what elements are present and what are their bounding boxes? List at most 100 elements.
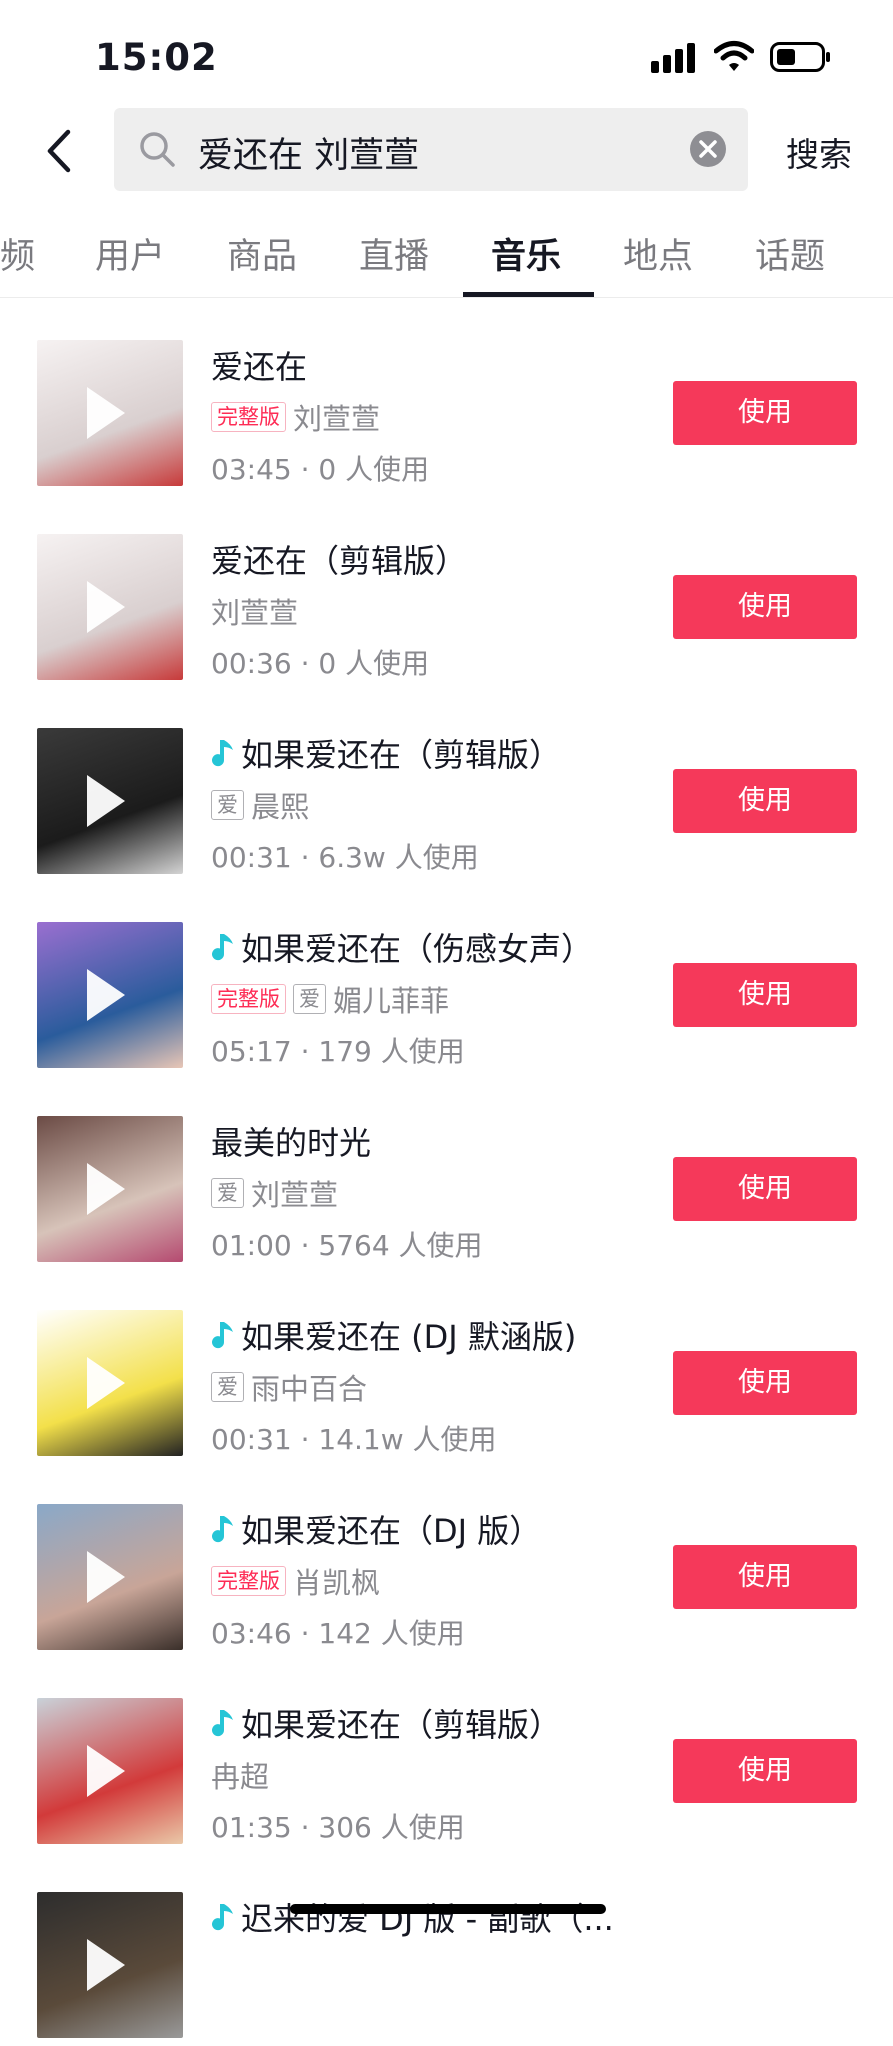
music-list-item[interactable]: 爱还在完整版 刘萱萱 03:45 · 0 人使用 使用 bbox=[0, 300, 893, 494]
tab-users[interactable]: 用户 bbox=[95, 228, 165, 279]
tab-products[interactable]: 商品 bbox=[227, 228, 297, 279]
music-meta: 完整版 肖凯枫 bbox=[211, 1560, 380, 1600]
search-result-tabs: 频 用户 商品 直播 音乐 地点 话题 bbox=[0, 222, 893, 298]
artist-name: 刘萱萱 bbox=[211, 596, 299, 630]
music-cover-thumbnail[interactable] bbox=[37, 1504, 183, 1650]
music-title: 爱还在（剪辑版） bbox=[211, 536, 467, 582]
artist-name: 晨熙 bbox=[251, 790, 310, 824]
use-music-button[interactable]: 使用 bbox=[673, 575, 857, 639]
music-title-text: 如果爱还在（DJ 版） bbox=[241, 1512, 542, 1550]
use-music-button[interactable]: 使用 bbox=[673, 1545, 857, 1609]
tab-live[interactable]: 直播 bbox=[359, 228, 429, 279]
play-icon bbox=[87, 1357, 125, 1409]
music-cover-thumbnail[interactable] bbox=[37, 922, 183, 1068]
search-input[interactable]: 爱还在 刘萱萱 bbox=[114, 108, 748, 191]
music-cover-thumbnail[interactable] bbox=[37, 1892, 183, 2038]
music-cover-thumbnail[interactable] bbox=[37, 1310, 183, 1456]
music-title-text: 如果爱还在（剪辑版） bbox=[241, 1706, 562, 1744]
music-meta: 冉超 bbox=[211, 1754, 269, 1794]
music-list-item[interactable]: 如果爱还在（剪辑版） 爱晨熙 00:31 · 6.3w 人使用 使用 bbox=[0, 688, 893, 882]
play-icon bbox=[87, 1551, 125, 1603]
back-arrow-icon[interactable] bbox=[40, 128, 80, 174]
music-note-icon bbox=[212, 740, 233, 767]
artist-name: 刘萱萱 bbox=[293, 402, 381, 436]
music-meta: 完整版 刘萱萱 bbox=[211, 396, 380, 436]
search-query-text: 爱还在 刘萱萱 bbox=[198, 136, 420, 176]
music-stats: 01:00 · 5764 人使用 bbox=[211, 1229, 483, 1262]
use-music-button[interactable]: 使用 bbox=[673, 1351, 857, 1415]
love-tag: 爱 bbox=[211, 790, 244, 820]
music-meta: 刘萱萱 bbox=[211, 590, 298, 630]
music-meta: 爱刘萱萱 bbox=[211, 1172, 338, 1212]
use-music-button[interactable]: 使用 bbox=[673, 381, 857, 445]
search-icon bbox=[140, 132, 175, 167]
clear-search-icon[interactable] bbox=[689, 130, 727, 168]
artist-name: 雨中百合 bbox=[251, 1372, 368, 1406]
play-icon bbox=[87, 387, 125, 439]
active-tab-indicator bbox=[463, 292, 594, 297]
music-cover-thumbnail[interactable] bbox=[37, 1116, 183, 1262]
music-list-item[interactable]: 如果爱还在 (DJ 默涵版) 爱雨中百合 00:31 · 14.1w 人使用 使用 bbox=[0, 1270, 893, 1464]
music-title-text: 如果爱还在 (DJ 默涵版) bbox=[241, 1318, 577, 1356]
search-button[interactable]: 搜索 bbox=[786, 128, 852, 176]
love-tag: 爱 bbox=[211, 1178, 244, 1208]
wifi-icon bbox=[714, 41, 754, 71]
music-title: 最美的时光 bbox=[211, 1118, 371, 1164]
use-music-button[interactable]: 使用 bbox=[673, 963, 857, 1027]
tab-topics[interactable]: 话题 bbox=[755, 228, 825, 279]
music-title-text: 如果爱还在（伤感女声） bbox=[241, 930, 594, 968]
music-list-item[interactable]: 如果爱还在（DJ 版） 完整版 肖凯枫 03:46 · 142 人使用 使用 bbox=[0, 1464, 893, 1658]
tab-music[interactable]: 音乐 bbox=[491, 228, 561, 279]
music-note-icon bbox=[212, 1904, 233, 1931]
music-title: 如果爱还在（剪辑版） bbox=[211, 1700, 561, 1746]
use-music-button[interactable]: 使用 bbox=[673, 769, 857, 833]
play-icon bbox=[87, 775, 125, 827]
music-title: 如果爱还在 (DJ 默涵版) bbox=[211, 1312, 576, 1358]
use-music-button[interactable]: 使用 bbox=[673, 1157, 857, 1221]
music-cover-thumbnail[interactable] bbox=[37, 728, 183, 874]
music-title-text: 爱还在 bbox=[211, 348, 308, 386]
full-version-tag: 完整版 bbox=[211, 984, 286, 1014]
status-bar: 15:02 bbox=[0, 0, 893, 110]
artist-name: 冉超 bbox=[211, 1760, 270, 1794]
love-tag: 爱 bbox=[211, 1372, 244, 1402]
music-cover-thumbnail[interactable] bbox=[37, 1698, 183, 1844]
music-list-item[interactable]: 如果爱还在（剪辑版） 冉超 01:35 · 306 人使用 使用 bbox=[0, 1658, 893, 1852]
music-stats: 00:31 · 6.3w 人使用 bbox=[211, 841, 479, 874]
music-meta: 完整版爱媚儿菲菲 bbox=[211, 978, 449, 1018]
play-icon bbox=[87, 1163, 125, 1215]
music-list-item[interactable]: 迟来的爱 DJ 版 - 副歌（... bbox=[0, 1852, 893, 2046]
artist-name: 媚儿菲菲 bbox=[333, 984, 450, 1018]
tab-places[interactable]: 地点 bbox=[623, 228, 693, 279]
music-meta: 爱晨熙 bbox=[211, 784, 309, 824]
music-stats: 00:31 · 14.1w 人使用 bbox=[211, 1423, 497, 1456]
tab-video[interactable]: 频 bbox=[0, 228, 35, 279]
music-meta: 爱雨中百合 bbox=[211, 1366, 367, 1406]
music-title: 迟来的爱 DJ 版 - 副歌（... bbox=[211, 1894, 614, 1940]
use-music-button[interactable]: 使用 bbox=[673, 1739, 857, 1803]
status-time: 15:02 bbox=[95, 36, 218, 79]
music-title: 如果爱还在（DJ 版） bbox=[211, 1506, 541, 1552]
music-list-item[interactable]: 最美的时光爱刘萱萱 01:00 · 5764 人使用 使用 bbox=[0, 1076, 893, 1270]
music-cover-thumbnail[interactable] bbox=[37, 534, 183, 680]
artist-name: 肖凯枫 bbox=[293, 1566, 381, 1600]
music-title-text: 最美的时光 bbox=[211, 1124, 372, 1162]
music-list-item[interactable]: 如果爱还在（伤感女声） 完整版爱媚儿菲菲 05:17 · 179 人使用 使用 bbox=[0, 882, 893, 1076]
music-title-text: 如果爱还在（剪辑版） bbox=[241, 736, 562, 774]
play-icon bbox=[87, 969, 125, 1021]
search-bar-row: 爱还在 刘萱萱 搜索 bbox=[0, 108, 893, 194]
music-stats: 03:45 · 0 人使用 bbox=[211, 453, 430, 486]
music-stats: 00:36 · 0 人使用 bbox=[211, 647, 430, 680]
play-icon bbox=[87, 581, 125, 633]
music-note-icon bbox=[212, 1322, 233, 1349]
full-version-tag: 完整版 bbox=[211, 402, 286, 432]
music-title-text: 爱还在（剪辑版） bbox=[211, 542, 468, 580]
music-title: 如果爱还在（剪辑版） bbox=[211, 730, 561, 776]
music-stats: 01:35 · 306 人使用 bbox=[211, 1811, 465, 1844]
music-list-item[interactable]: 爱还在（剪辑版） 刘萱萱 00:36 · 0 人使用 使用 bbox=[0, 494, 893, 688]
love-tag: 爱 bbox=[293, 984, 326, 1014]
music-stats: 05:17 · 179 人使用 bbox=[211, 1035, 465, 1068]
music-cover-thumbnail[interactable] bbox=[37, 340, 183, 486]
play-icon bbox=[87, 1939, 125, 1991]
artist-name: 刘萱萱 bbox=[251, 1178, 339, 1212]
